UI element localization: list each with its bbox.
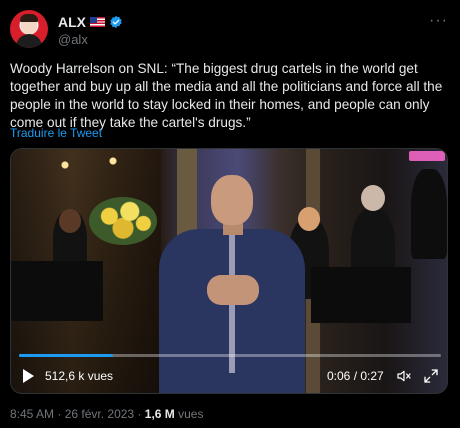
author-name-line: ALX	[58, 14, 123, 30]
more-options-icon[interactable]: ···	[429, 12, 448, 30]
flower-arrangement	[89, 197, 157, 245]
meta-separator: ·	[54, 407, 65, 421]
translate-tweet-link[interactable]: Traduire le Tweet	[10, 126, 102, 140]
play-icon[interactable]	[23, 369, 34, 383]
avatar[interactable]	[10, 10, 48, 48]
author-handle[interactable]: @alx	[58, 32, 88, 47]
tweet-meta: 8:45 AM · 26 févr. 2023 · 1,6 M vues	[10, 407, 203, 421]
verified-badge-icon[interactable]	[109, 15, 123, 29]
tweet-views-label: vues	[174, 407, 204, 421]
tweet-header: ALX @alx ···	[10, 10, 450, 50]
author-name[interactable]: ALX	[58, 14, 86, 30]
video-time: 0:06 / 0:27	[327, 369, 384, 383]
tweet-time[interactable]: 8:45 AM	[10, 407, 54, 421]
meta-separator: ·	[134, 407, 145, 421]
video-views: 512,6 k vues	[45, 369, 114, 383]
video-progress-bar[interactable]	[19, 354, 441, 357]
us-flag-icon	[90, 17, 105, 27]
muted-speaker-icon[interactable]	[395, 368, 413, 384]
video-player[interactable]: 512,6 k vues 0:06 / 0:27	[10, 148, 448, 394]
fullscreen-icon[interactable]	[423, 368, 439, 384]
tweet-text: Woody Harrelson on SNL: “The biggest dru…	[10, 61, 443, 130]
video-progress-fill	[19, 354, 113, 357]
tweet-views-count: 1,6 M	[144, 407, 175, 421]
video-controls: 512,6 k vues 0:06 / 0:27	[11, 361, 447, 391]
tweet-date[interactable]: 26 févr. 2023	[65, 407, 134, 421]
